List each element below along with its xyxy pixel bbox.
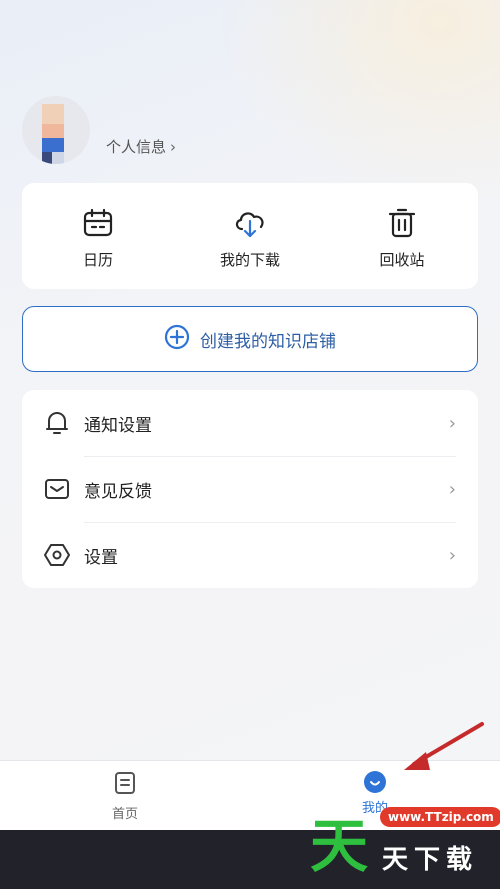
hexagon-gear-icon <box>44 542 70 568</box>
watermark: 天 www.TTzip.com 天下载 <box>300 795 500 889</box>
chevron-right-icon: › <box>448 544 456 566</box>
bell-icon <box>44 410 70 436</box>
annotation-arrow-icon <box>404 722 484 770</box>
tab-home[interactable]: 首页 <box>65 771 185 822</box>
quick-action-label: 日历 <box>82 251 113 269</box>
menu-item-label: 意见反馈 <box>84 481 152 502</box>
tab-label: 首页 <box>111 807 138 822</box>
profile-header: 个人信息 › <box>22 96 322 166</box>
settings-menu: 通知设置 › 意见反馈 › 设置 › <box>22 390 478 588</box>
profile-info-link[interactable]: 个人信息 › <box>106 136 176 157</box>
chevron-right-icon: › <box>448 478 456 500</box>
quick-action-label: 回收站 <box>379 251 425 269</box>
menu-item-notification-settings[interactable]: 通知设置 › <box>44 390 456 456</box>
create-store-button[interactable]: 创建我的知识店铺 <box>22 306 478 372</box>
quick-action-label: 我的下载 <box>219 251 280 269</box>
cloud-download-icon <box>232 205 268 241</box>
create-store-label: 创建我的知识店铺 <box>200 331 336 352</box>
chevron-right-icon: › <box>170 137 177 156</box>
quick-actions-card: 日历 我的下载 回收站 <box>22 183 478 289</box>
mail-icon <box>44 476 70 502</box>
document-icon <box>114 771 136 799</box>
watermark-logo: 天 <box>310 812 369 880</box>
profile-info-label: 个人信息 <box>106 138 167 156</box>
trash-icon <box>384 205 420 241</box>
menu-item-label: 设置 <box>84 547 118 568</box>
quick-action-calendar[interactable]: 日历 <box>22 183 174 289</box>
calendar-icon <box>80 205 116 241</box>
chevron-right-icon: › <box>448 412 456 434</box>
watermark-text: 天下载 <box>382 845 479 875</box>
smile-icon <box>364 771 386 793</box>
quick-action-downloads[interactable]: 我的下载 <box>174 183 326 289</box>
menu-item-feedback[interactable]: 意见反馈 › <box>44 456 456 522</box>
menu-item-settings[interactable]: 设置 › <box>44 522 456 588</box>
avatar[interactable] <box>22 96 90 164</box>
menu-item-label: 通知设置 <box>84 415 152 436</box>
quick-action-recycle-bin[interactable]: 回收站 <box>326 183 478 289</box>
plus-circle-icon <box>164 324 190 354</box>
watermark-url: www.TTzip.com <box>380 807 500 827</box>
